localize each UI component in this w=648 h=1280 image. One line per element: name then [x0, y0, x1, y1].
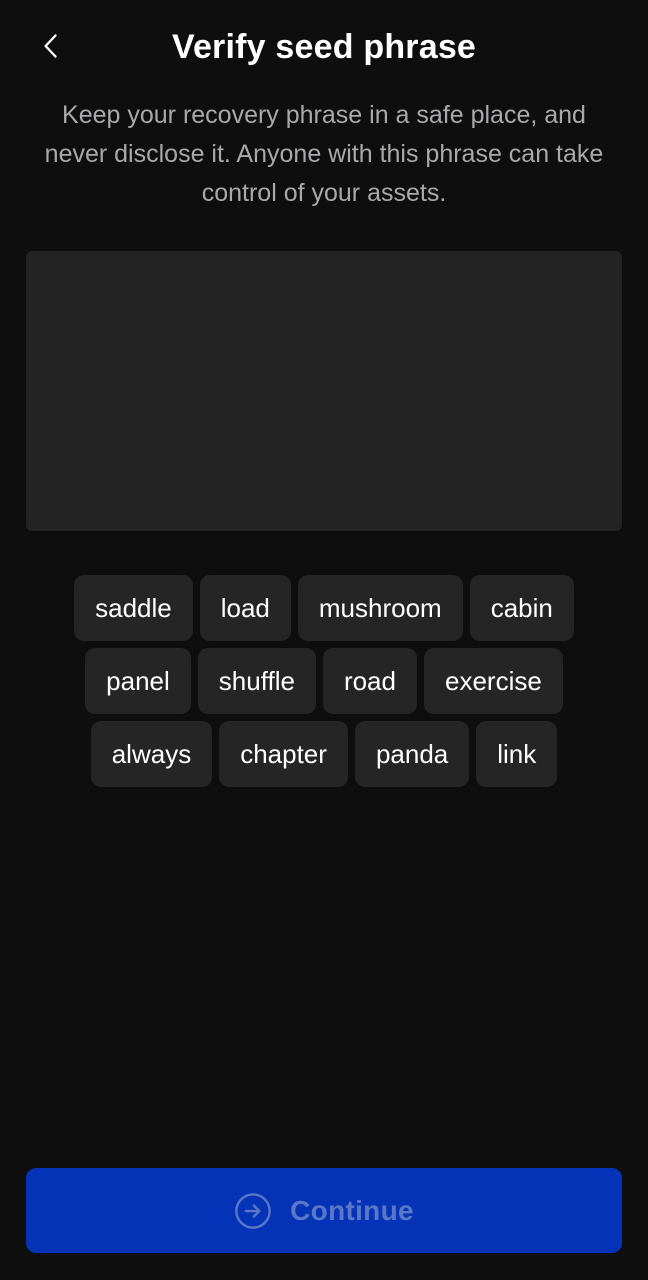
subtitle-text: Keep your recovery phrase in a safe plac… [44, 101, 604, 207]
word-chip[interactable]: shuffle [197, 648, 316, 714]
word-chip[interactable]: always [90, 721, 213, 787]
word-chips: saddle load mushroom cabin panel shuffle… [20, 575, 628, 787]
word-chip[interactable]: panda [354, 721, 470, 787]
word-row: saddle load mushroom cabin [74, 575, 574, 641]
word-chip[interactable]: road [322, 648, 417, 714]
word-row: panel shuffle road exercise [85, 648, 563, 714]
word-chip[interactable]: link [476, 721, 558, 787]
word-chip[interactable]: panel [85, 648, 191, 714]
page-title: Verify seed phrase [171, 28, 477, 66]
word-chip[interactable]: load [199, 575, 291, 641]
seed-phrase-drop-area[interactable] [26, 251, 622, 531]
word-chip[interactable]: mushroom [297, 575, 463, 641]
arrow-right-circle-icon [234, 1192, 272, 1230]
word-chip[interactable]: chapter [219, 721, 348, 787]
word-chip[interactable]: exercise [423, 648, 563, 714]
continue-button[interactable]: Continue [26, 1168, 622, 1253]
word-row: always chapter panda link [90, 721, 558, 787]
word-chip[interactable]: cabin [469, 575, 574, 641]
word-chip[interactable]: saddle [74, 575, 193, 641]
continue-label: Continue [290, 1194, 414, 1226]
